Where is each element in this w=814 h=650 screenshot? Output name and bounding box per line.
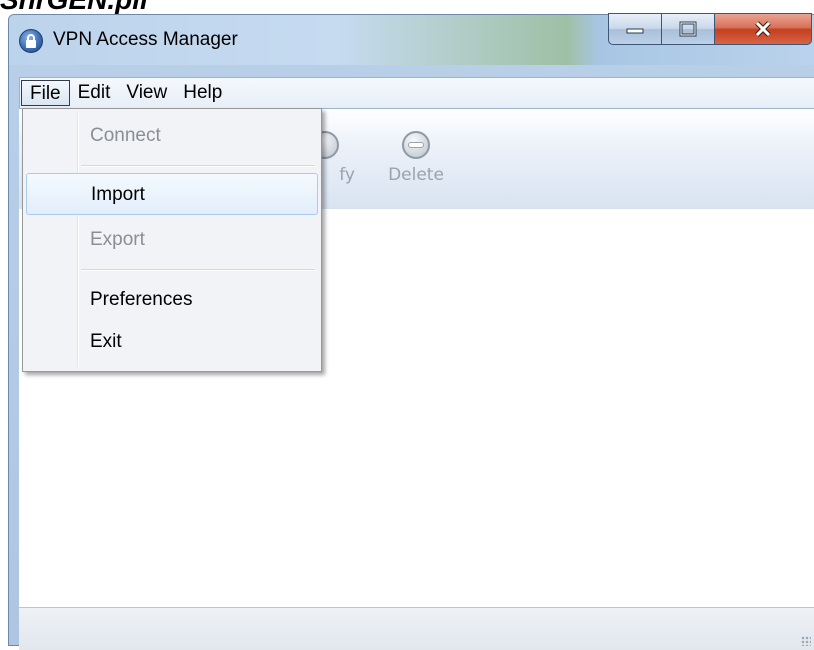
page-caption: ShrGEN.pii [0, 0, 148, 14]
caption-buttons [608, 13, 812, 45]
delete-button[interactable]: Delete [380, 131, 452, 185]
menu-separator [81, 165, 315, 167]
minimize-icon [626, 28, 644, 34]
menu-item-export[interactable]: Export [26, 219, 318, 261]
vpn-app-icon [19, 29, 43, 53]
window-title: VPN Access Manager [53, 29, 238, 50]
close-button[interactable] [714, 13, 812, 45]
menu-item-exit[interactable]: Exit [26, 321, 318, 363]
delete-label: Delete [388, 165, 444, 185]
menu-help[interactable]: Help [175, 80, 230, 106]
menu-item-preferences[interactable]: Preferences [26, 279, 318, 321]
minimize-button[interactable] [608, 13, 662, 45]
resize-grip-icon[interactable] [801, 636, 811, 646]
status-bar [19, 607, 814, 650]
menu-file[interactable]: File [21, 80, 70, 106]
close-icon [755, 21, 771, 37]
menu-bar: File Edit View Help [19, 77, 814, 109]
menu-view[interactable]: View [118, 80, 175, 106]
delete-icon [402, 131, 430, 159]
menu-item-import[interactable]: Import [26, 173, 318, 215]
file-menu-dropdown: Connect Import Export Preferences Exit [22, 108, 322, 372]
menu-edit[interactable]: Edit [70, 80, 119, 106]
maximize-button[interactable] [661, 13, 715, 45]
menu-item-connect[interactable]: Connect [26, 115, 318, 157]
maximize-icon [679, 21, 697, 37]
menu-separator [81, 269, 315, 271]
title-bar[interactable]: VPN Access Manager [9, 13, 814, 65]
